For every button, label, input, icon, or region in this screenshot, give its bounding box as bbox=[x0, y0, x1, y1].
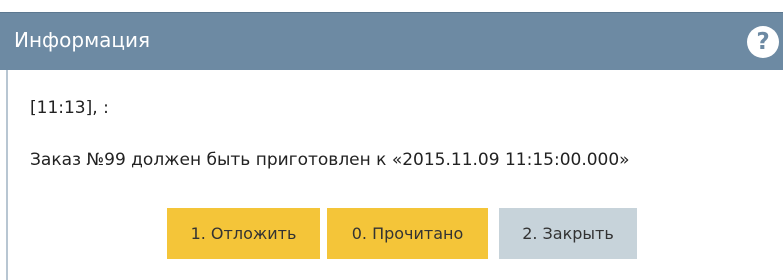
mark-read-button[interactable]: 0. Прочитано bbox=[327, 208, 488, 259]
message-text: Заказ №99 должен быть приготовлен к «201… bbox=[30, 150, 630, 170]
dialog-titlebar: Информация ? bbox=[0, 12, 783, 70]
postpone-button[interactable]: 1. Отложить bbox=[167, 208, 320, 259]
information-dialog: Информация ? [11:13], : Заказ №99 должен… bbox=[0, 0, 783, 280]
help-icon[interactable]: ? bbox=[747, 26, 779, 58]
dialog-title: Информация bbox=[14, 28, 151, 52]
message-timestamp: [11:13], : bbox=[30, 98, 109, 118]
dialog-body: [11:13], : Заказ №99 должен быть пригото… bbox=[6, 70, 783, 280]
close-button[interactable]: 2. Закрыть bbox=[499, 208, 637, 259]
